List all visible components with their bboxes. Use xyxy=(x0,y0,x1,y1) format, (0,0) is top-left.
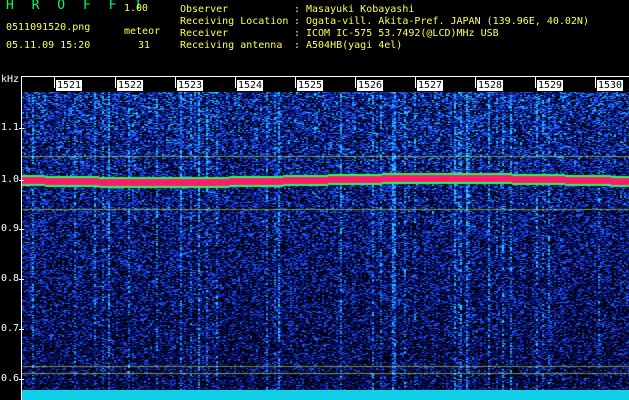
location-label: Receiving Location xyxy=(180,16,289,27)
spectrogram-canvas xyxy=(22,92,629,400)
x-tick-mark xyxy=(175,76,176,88)
app-version: 1.00 xyxy=(124,3,149,14)
y-tick-mark xyxy=(19,180,24,181)
antenna-label: Receiving antenna xyxy=(180,40,283,51)
plot-top-border xyxy=(21,76,629,77)
x-tick-label: 1526 xyxy=(357,80,384,91)
x-tick-mark xyxy=(535,76,536,88)
x-tick-label: 1529 xyxy=(537,80,564,91)
y-tick-label: 0.9 xyxy=(1,223,20,234)
meteor-label: meteor xyxy=(124,26,161,37)
receiver-label: Receiver xyxy=(180,28,229,39)
x-tick-mark xyxy=(475,76,476,88)
x-tick-label: 1530 xyxy=(597,80,624,91)
x-tick-label: 1522 xyxy=(117,80,144,91)
x-tick-label: 1521 xyxy=(56,80,83,91)
y-tick-label: 0.8 xyxy=(1,273,20,284)
location-separator: : xyxy=(294,16,301,27)
y-tick-mark xyxy=(19,329,24,330)
observer-value: Masayuki Kobayashi xyxy=(306,4,415,15)
y-tick-mark xyxy=(19,279,24,280)
x-tick-label: 1527 xyxy=(417,80,444,91)
date-time: 05.11.09 15:20 xyxy=(6,40,91,51)
antenna-separator: : xyxy=(294,40,301,51)
x-tick-mark xyxy=(235,76,236,88)
y-tick-label: 1.0 xyxy=(1,174,20,185)
x-tick-mark xyxy=(295,76,296,88)
receiver-value: ICOM IC-575 53.7492(@LCD)MHz USB xyxy=(306,28,499,39)
x-tick-label: 1524 xyxy=(237,80,264,91)
file-name: 0511091520.png xyxy=(6,22,91,33)
signal-baseline-strip xyxy=(22,390,629,400)
observer-label: Observer xyxy=(180,4,229,15)
x-tick-label: 1523 xyxy=(177,80,204,91)
y-tick-mark xyxy=(19,128,24,129)
x-tick-label: 1528 xyxy=(477,80,504,91)
receiver-separator: : xyxy=(294,28,301,39)
x-tick-mark xyxy=(355,76,356,88)
x-tick-mark xyxy=(595,76,596,88)
y-axis-unit: kHz xyxy=(1,74,20,85)
y-tick-label: 0.7 xyxy=(1,323,20,334)
meteor-count: 31 xyxy=(138,40,151,51)
x-tick-mark xyxy=(115,76,116,88)
y-tick-mark xyxy=(19,379,24,380)
location-value: Ogata-vill. Akita-Pref. JAPAN (139.96E, … xyxy=(306,16,589,27)
x-tick-label: 1525 xyxy=(297,80,324,91)
antenna-value: A504HB(yagi 4el) xyxy=(306,40,403,51)
y-tick-mark xyxy=(19,229,24,230)
y-tick-label: 0.6 xyxy=(1,373,20,384)
observer-separator: : xyxy=(294,4,301,15)
x-tick-mark xyxy=(54,76,55,88)
x-tick-mark xyxy=(415,76,416,88)
y-tick-label: 1.1 xyxy=(1,122,20,133)
